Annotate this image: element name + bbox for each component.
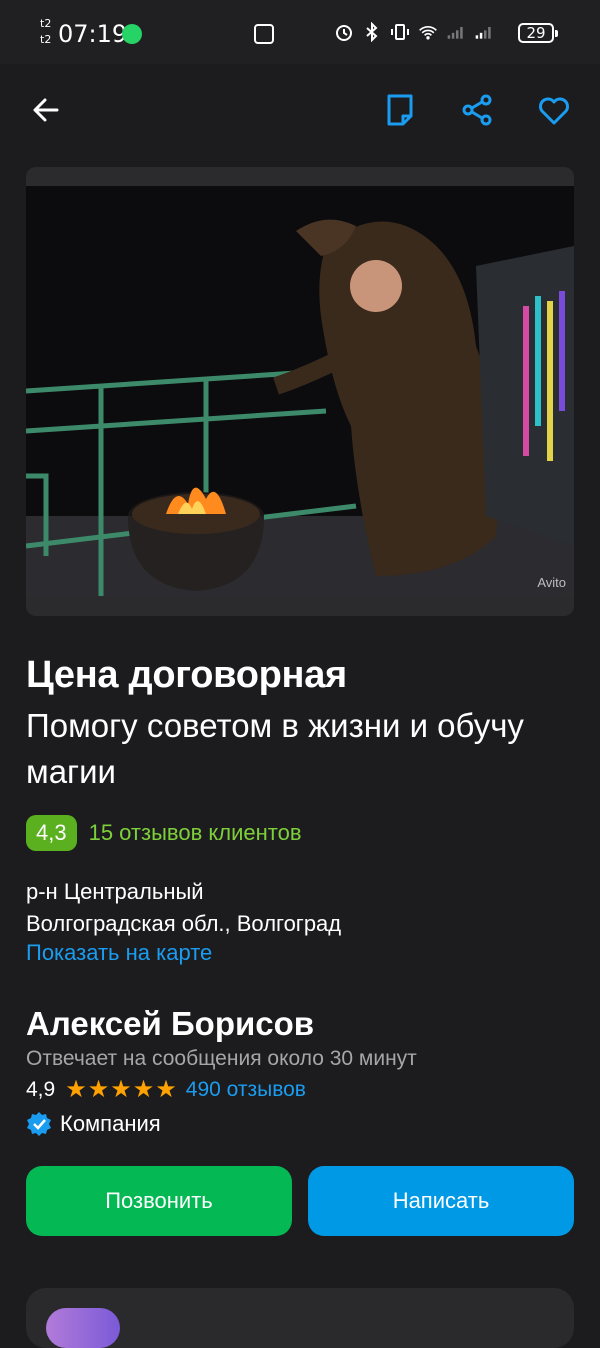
- avatar: [46, 1308, 120, 1348]
- share-button[interactable]: [457, 90, 497, 130]
- signal-icon-1: [447, 27, 463, 39]
- address-district: р-н Центральный: [26, 879, 204, 904]
- verified-badge-icon: [27, 1112, 51, 1136]
- seller-rating[interactable]: 4,9 ★★★★★ 490 отзывов: [26, 1075, 306, 1104]
- whatsapp-icon: [122, 24, 142, 44]
- vibrate-icon: [391, 24, 409, 40]
- seller-reviews-link[interactable]: 490 отзывов: [186, 1078, 306, 1102]
- arrow-left-icon: [33, 98, 59, 122]
- nfc-icon: [254, 24, 274, 44]
- seller-response-time: Отвечает на сообщения около 30 минут: [26, 1047, 417, 1070]
- note-button[interactable]: [380, 90, 420, 130]
- seller-rating-value: 4,9: [26, 1077, 56, 1101]
- signal-icon-2: [475, 27, 491, 39]
- back-button[interactable]: [26, 90, 66, 130]
- note-icon: [387, 94, 413, 126]
- rating-badge: 4,3: [26, 815, 77, 851]
- seller-type-label: Компания: [60, 1111, 161, 1136]
- listing-photo[interactable]: Avito: [26, 167, 574, 616]
- battery-indicator: 29: [518, 23, 558, 43]
- listing-title: Помогу советом в жизни и обучу магии: [26, 707, 524, 790]
- call-button[interactable]: Позвонить: [26, 1166, 292, 1236]
- alarm-icon: [336, 25, 352, 41]
- photo-watermark: Avito: [537, 575, 566, 590]
- status-time: 07:19: [58, 20, 128, 48]
- status-icons: [334, 22, 494, 42]
- show-on-map-link[interactable]: Показать на карте: [26, 940, 212, 966]
- reviews-link[interactable]: 15 отзывов клиентов: [89, 820, 302, 846]
- listing-rating[interactable]: 4,3 15 отзывов клиентов: [26, 815, 302, 851]
- address-city: Волгоградская обл., Волгоград: [26, 911, 342, 936]
- seller-type: Компания: [26, 1111, 161, 1137]
- carrier-label: t2 t2: [40, 17, 52, 46]
- price: Цена договорная: [26, 654, 347, 696]
- photo-illustration: [26, 186, 574, 597]
- address: р-н Центральный Волгоградская обл., Волг…: [26, 876, 341, 940]
- wifi-icon: [419, 26, 437, 40]
- favorite-button[interactable]: [534, 90, 574, 130]
- star-rating-icon: ★★★★★: [65, 1076, 178, 1103]
- heart-icon: [539, 97, 569, 125]
- status-bar: t2 t2 07:19 29: [0, 0, 600, 64]
- bluetooth-icon: [366, 22, 378, 42]
- share-icon: [462, 94, 492, 126]
- top-app-bar: [0, 64, 600, 154]
- bottom-card[interactable]: [26, 1288, 574, 1348]
- write-button[interactable]: Написать: [308, 1166, 574, 1236]
- seller-name[interactable]: Алексей Борисов: [26, 1005, 314, 1043]
